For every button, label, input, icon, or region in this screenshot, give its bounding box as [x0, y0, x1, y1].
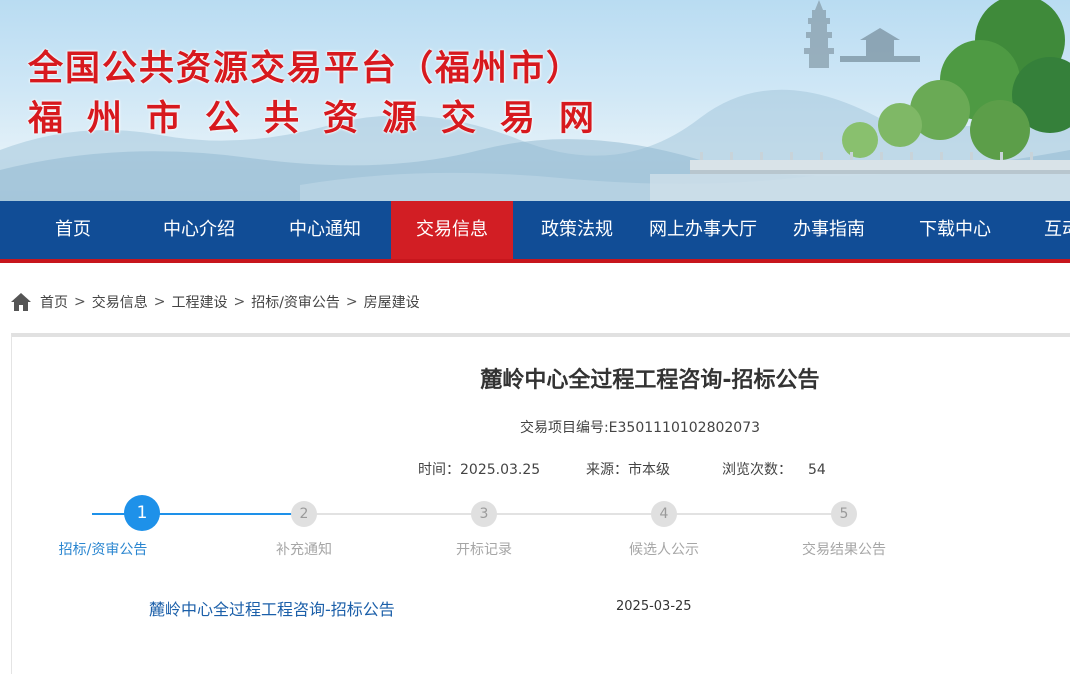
document-date: 2025-03-25 — [616, 599, 692, 614]
breadcrumb-engineering[interactable]: 工程建设 — [171, 292, 227, 312]
main-nav: 首页 中心介绍 中心通知 交易信息 政策法规 网上办事大厅 办事指南 下载中心 … — [0, 201, 1070, 263]
nav-item-online-hall[interactable]: 网上办事大厅 — [640, 201, 766, 259]
step-4-dot[interactable]: 4 — [651, 501, 677, 527]
pagoda-illustration — [804, 0, 834, 68]
breadcrumb-separator: > — [345, 294, 358, 310]
time-label: 时间： — [418, 462, 460, 478]
breadcrumb-separator: > — [233, 294, 246, 310]
site-title-line2: 福州市公共资源交易网 — [28, 99, 619, 139]
step-1-dot[interactable]: 1 — [124, 495, 160, 531]
step-5-label[interactable]: 交易结果公告 — [774, 539, 914, 559]
source-label: 来源： — [586, 462, 628, 478]
breadcrumb-housing[interactable]: 房屋建设 — [364, 292, 420, 312]
breadcrumb-separator: > — [74, 294, 86, 310]
document-link[interactable]: 麓岭中心全过程工程咨询-招标公告 — [149, 596, 395, 620]
publish-time: 时间：2025.03.25 — [418, 459, 540, 479]
site-title-line1: 全国公共资源交易平台（福州市） — [28, 49, 584, 89]
nav-item-download[interactable]: 下载中心 — [892, 201, 1018, 259]
nav-item-interaction[interactable]: 互动 — [1044, 201, 1070, 259]
project-code-value: E3501110102802073 — [608, 420, 761, 436]
home-icon[interactable] — [10, 292, 32, 312]
time-value: 2025.03.25 — [460, 462, 541, 478]
source-value: 市本级 — [628, 462, 670, 478]
nav-item-center-notice[interactable]: 中心通知 — [262, 201, 388, 259]
article-title: 麓岭中心全过程工程咨询-招标公告 — [480, 368, 820, 393]
breadcrumb-trade-info[interactable]: 交易信息 — [92, 292, 148, 312]
breadcrumb-home[interactable]: 首页 — [40, 292, 68, 312]
project-code-label: 交易项目编号: — [519, 420, 609, 436]
breadcrumb-tender-notice[interactable]: 招标/资审公告 — [251, 292, 340, 312]
nav-item-center-intro[interactable]: 中心介绍 — [136, 201, 262, 259]
source: 来源：市本级 — [586, 459, 670, 479]
step-line-pending — [304, 513, 844, 515]
nav-item-trade-info[interactable]: 交易信息 — [391, 201, 513, 259]
step-2-label[interactable]: 补充通知 — [234, 539, 374, 559]
site-banner: 全国公共资源交易平台（福州市） 福州市公共资源交易网 — [0, 0, 1070, 201]
step-2-dot[interactable]: 2 — [291, 501, 317, 527]
step-3-label[interactable]: 开标记录 — [414, 539, 554, 559]
views-label: 浏览次数： — [722, 462, 792, 478]
breadcrumb: 首页 > 交易信息 > 工程建设 > 招标/资审公告 > 房屋建设 — [10, 288, 420, 316]
nav-item-policy[interactable]: 政策法规 — [514, 201, 640, 259]
nav-item-guide[interactable]: 办事指南 — [766, 201, 892, 259]
view-count: 浏览次数： 54 — [722, 459, 826, 479]
project-code: 交易项目编号:E3501110102802073 — [0, 417, 1070, 437]
step-1-label[interactable]: 招标/资审公告 — [33, 539, 173, 559]
step-3-dot[interactable]: 3 — [471, 501, 497, 527]
breadcrumb-separator: > — [153, 294, 166, 310]
step-4-label[interactable]: 候选人公示 — [594, 539, 734, 559]
nav-item-home[interactable]: 首页 — [20, 201, 126, 259]
step-5-dot[interactable]: 5 — [831, 501, 857, 527]
views-value: 54 — [808, 462, 826, 478]
